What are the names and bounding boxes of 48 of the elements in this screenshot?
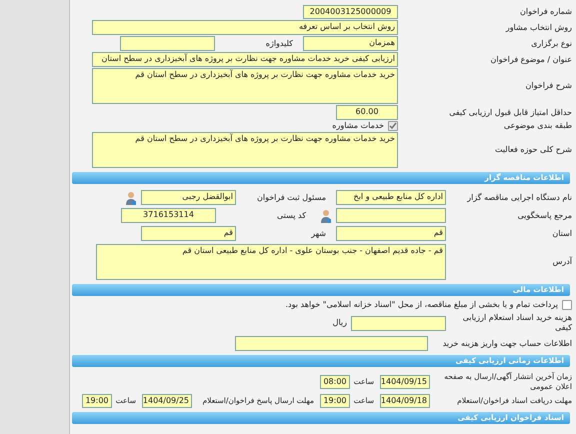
input-field[interactable]: 08:00 bbox=[320, 375, 350, 389]
input-field[interactable]: اداره کل منابع طبیعی و ابخ bbox=[336, 190, 446, 205]
field-label: شهر bbox=[310, 228, 327, 238]
field-label: اطلاعات حساب جهت واریز هزینه خرید bbox=[442, 338, 572, 348]
input-field[interactable]: خرید خدمات مشاوره جهت نظارت بر پروژه های آبخیزداری در سطح استان قم bbox=[92, 132, 398, 168]
input-field[interactable]: 2004003125000009 bbox=[303, 5, 398, 19]
field-label: استان bbox=[551, 228, 572, 238]
field-label: کد پستی bbox=[276, 210, 307, 220]
field-label: عنوان / موضوع فراخوان bbox=[490, 54, 572, 64]
checkbox[interactable] bbox=[562, 300, 572, 310]
input-field[interactable]: قم bbox=[336, 226, 446, 241]
field-label: شماره فراخوان bbox=[519, 7, 572, 17]
input-field[interactable]: ابوالقضل رجبی bbox=[141, 190, 236, 205]
input-field[interactable]: 19:00 bbox=[82, 394, 112, 408]
checkbox[interactable] bbox=[388, 121, 398, 131]
input-field[interactable]: روش انتخاب بر اساس تعرفه bbox=[92, 20, 398, 35]
person-icon[interactable] bbox=[320, 208, 332, 222]
field-label: آدرس bbox=[552, 257, 572, 267]
field-label: مرجع پاسخگویی bbox=[516, 210, 572, 220]
input-field[interactable] bbox=[336, 208, 446, 223]
input-field[interactable]: قم - جاده قدیم اصفهان - جنب بوستان علوی - اداره کل منابع طبیعی استان قم bbox=[96, 244, 446, 280]
input-field[interactable]: همزمان bbox=[303, 36, 398, 51]
field-label: خدمات مشاوره bbox=[332, 121, 384, 131]
field-label: نام دستگاه اجرایی مناقصه گزار bbox=[466, 192, 572, 202]
input-field[interactable] bbox=[351, 316, 446, 330]
field-label: طبقه بندی موضوعی bbox=[502, 121, 572, 131]
field-label: حداقل امتیاز قابل قبول ارزیابی کیفی bbox=[448, 108, 572, 118]
input-field[interactable]: ارزیابی کیفی خرید خدمات مشاوره جهت نظارت بر پروژه های آبخیزداری در سطح استان bbox=[92, 52, 398, 67]
input-field[interactable]: قم bbox=[141, 226, 236, 241]
field-label: هزینه خرید اسناد استعلام ارزیابی کیفی bbox=[462, 313, 572, 333]
input-field[interactable]: 60.00 bbox=[336, 105, 398, 120]
input-field[interactable]: 3716153114 bbox=[121, 208, 216, 223]
input-field[interactable]: خرید خدمات مشاوره جهت نظارت بر پروژه های آبخیزداری در سطح استان قم bbox=[92, 68, 398, 104]
input-field[interactable]: 1404/09/18 bbox=[380, 394, 430, 408]
field-label: شرح کلی حوزه فعالیت bbox=[494, 145, 572, 155]
field-label: ریال bbox=[332, 318, 347, 328]
field-label: کلیدواژه bbox=[264, 38, 294, 48]
input-field[interactable] bbox=[120, 36, 215, 51]
field-label: شرح فراخوان bbox=[524, 81, 572, 91]
input-field[interactable]: 19:00 bbox=[320, 394, 350, 408]
field-label: مسئول ثبت فراخوان bbox=[256, 192, 327, 202]
field-label: نوع برگزاری bbox=[530, 38, 572, 48]
person-icon[interactable] bbox=[125, 190, 137, 204]
field-label: روش انتخاب مشاور bbox=[504, 22, 572, 32]
input-field[interactable]: 1404/09/25 bbox=[142, 394, 192, 408]
input-field[interactable]: 1404/09/15 bbox=[380, 375, 430, 389]
treasury-notice: پرداخت تمام و یا بخشی از مبلغ مناقصه، از محل "اسناد خزانه اسلامی" خواهد بود. bbox=[286, 300, 558, 310]
input-field[interactable] bbox=[235, 336, 428, 351]
